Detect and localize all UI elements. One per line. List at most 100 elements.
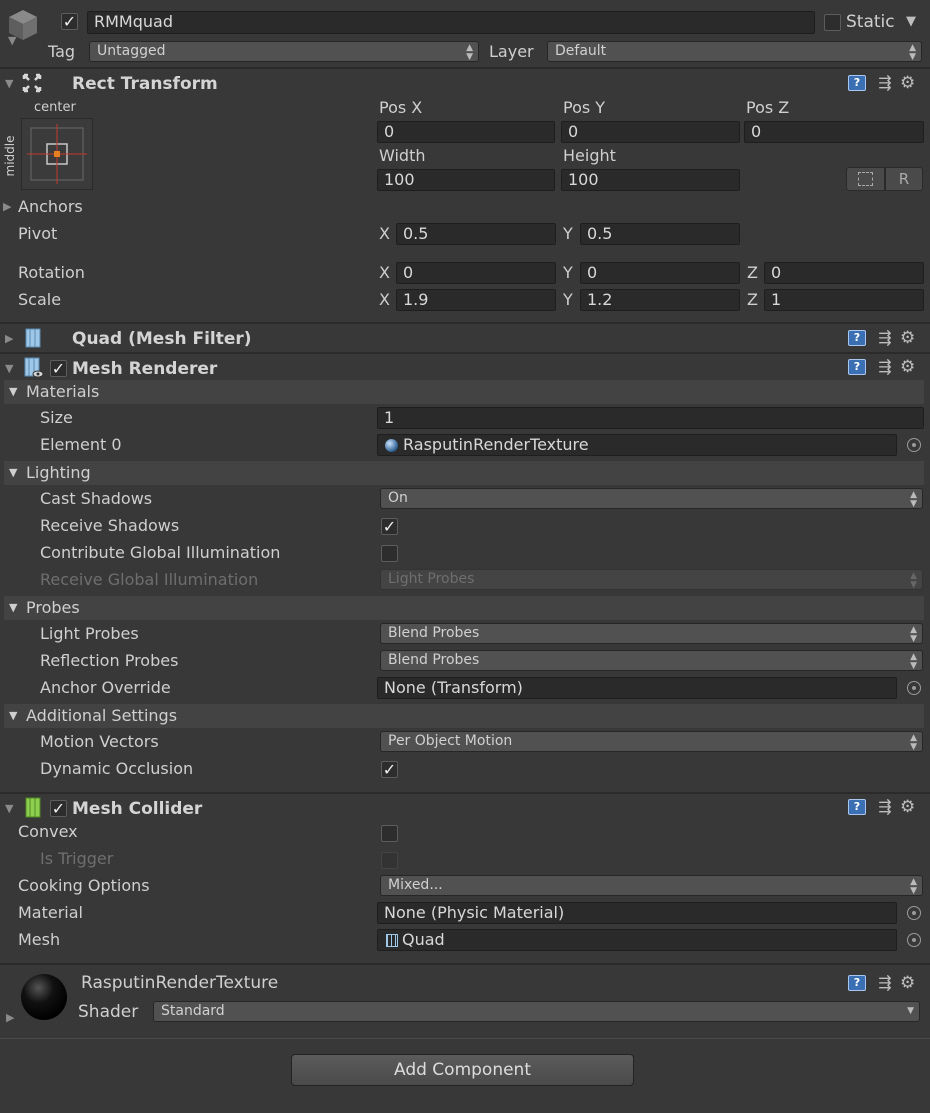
pos-y-field[interactable]: 0 xyxy=(561,121,740,143)
materials-section-header[interactable] xyxy=(4,380,924,404)
object-picker-icon[interactable] xyxy=(907,681,921,695)
cooking-options-dropdown[interactable]: Mixed... ▲ ▼ xyxy=(380,875,923,896)
width-label: Width xyxy=(379,146,426,165)
object-picker-icon[interactable] xyxy=(907,906,921,920)
static-dropdown-icon[interactable]: ▼ xyxy=(906,14,916,29)
mesh-renderer-foldout-icon[interactable]: ▼ xyxy=(5,363,13,375)
object-picker-icon[interactable] xyxy=(907,438,921,452)
mesh-filter-foldout-icon[interactable]: ▶ xyxy=(5,333,13,345)
pos-x-field[interactable]: 0 xyxy=(377,121,555,143)
lighting-foldout-icon[interactable]: ▼ xyxy=(9,467,17,479)
help-icon[interactable]: ? xyxy=(848,75,866,91)
layer-value: Default xyxy=(555,43,607,59)
preset-icon[interactable]: ⇶ xyxy=(876,973,894,993)
rotation-z-field[interactable]: 0 xyxy=(764,262,924,284)
convex-label: Convex xyxy=(18,822,78,841)
help-icon[interactable]: ? xyxy=(848,330,866,346)
is-trigger-checkbox xyxy=(381,852,398,869)
material-preview-sphere[interactable] xyxy=(21,974,67,1020)
raw-edit-button[interactable]: R xyxy=(885,167,923,191)
static-checkbox[interactable] xyxy=(824,14,841,31)
help-icon[interactable]: ? xyxy=(848,975,866,991)
lighting-section-header[interactable] xyxy=(4,461,924,485)
mesh-renderer-title[interactable]: Mesh Renderer xyxy=(72,358,217,380)
scale-y-field[interactable]: 1.2 xyxy=(580,289,740,311)
gameobject-active-checkbox[interactable]: ✓ xyxy=(61,13,78,30)
gear-icon[interactable]: ⚙ xyxy=(900,797,922,817)
collider-mesh-field[interactable]: Quad xyxy=(377,929,897,951)
shader-value: Standard xyxy=(161,1003,225,1019)
rect-transform-title[interactable]: Rect Transform xyxy=(72,73,218,95)
material-name: RasputinRenderTexture xyxy=(81,973,279,993)
materials-foldout-icon[interactable]: ▼ xyxy=(9,386,17,398)
mesh-renderer-enabled-checkbox[interactable]: ✓ xyxy=(50,360,67,377)
preset-icon[interactable]: ⇶ xyxy=(876,797,894,817)
mesh-collider-enabled-checkbox[interactable]: ✓ xyxy=(50,800,67,817)
receive-shadows-checkbox[interactable]: ✓ xyxy=(381,518,398,535)
mesh-collider-title[interactable]: Mesh Collider xyxy=(72,798,202,820)
pivot-y-field[interactable]: 0.5 xyxy=(580,223,740,245)
rotation-label: Rotation xyxy=(18,263,85,282)
rect-transform-foldout-icon[interactable]: ▼ xyxy=(5,78,13,90)
motion-vectors-dropdown[interactable]: Per Object Motion ▲ ▼ xyxy=(380,731,923,752)
width-field[interactable]: 100 xyxy=(377,169,555,191)
rect-transform-header-icons: ? ⇶ ⚙ xyxy=(848,73,924,93)
mesh-grid-icon xyxy=(386,934,398,947)
collider-mesh-label: Mesh xyxy=(18,930,61,949)
cast-shadows-dropdown[interactable]: On ▲ ▼ xyxy=(380,488,923,509)
preset-icon[interactable]: ⇶ xyxy=(876,328,894,348)
size-field[interactable]: 1 xyxy=(377,407,924,429)
gear-icon[interactable]: ⚙ xyxy=(900,73,922,93)
add-component-button[interactable]: Add Component xyxy=(291,1054,634,1086)
mesh-collider-foldout-icon[interactable]: ▼ xyxy=(5,803,13,815)
anchors-label[interactable]: Anchors xyxy=(18,197,83,217)
gameobject-foldout-icon[interactable]: ▼ xyxy=(8,35,16,47)
rotation-y-letter: Y xyxy=(563,263,573,282)
anchor-override-label: Anchor Override xyxy=(40,678,171,697)
layer-dropdown[interactable]: Default ▲ ▼ xyxy=(547,41,922,62)
gameobject-name-field[interactable]: RMMquad xyxy=(87,11,815,34)
probes-foldout-icon[interactable]: ▼ xyxy=(9,602,17,614)
tag-dropdown[interactable]: Untagged ▲ ▼ xyxy=(89,41,479,62)
pos-z-field[interactable]: 0 xyxy=(744,121,924,143)
lighting-label: Lighting xyxy=(26,463,91,482)
anchor-presets-button[interactable] xyxy=(21,118,93,190)
dynamic-occlusion-checkbox[interactable]: ✓ xyxy=(381,761,398,778)
dropdown-arrows-icon: ▲ ▼ xyxy=(910,652,917,671)
anchors-foldout-icon[interactable]: ▶ xyxy=(3,201,11,213)
help-icon[interactable]: ? xyxy=(848,799,866,815)
gear-icon[interactable]: ⚙ xyxy=(900,357,922,377)
separator xyxy=(0,963,930,965)
shader-dropdown[interactable]: Standard ▼ xyxy=(153,1001,920,1022)
height-field[interactable]: 100 xyxy=(561,169,740,191)
gear-icon[interactable]: ⚙ xyxy=(900,973,922,993)
anchor-override-field[interactable]: None (Transform) xyxy=(377,677,897,699)
contribute-gi-checkbox[interactable] xyxy=(381,545,398,562)
mesh-filter-title[interactable]: Quad (Mesh Filter) xyxy=(72,328,252,350)
reflection-probes-dropdown[interactable]: Blend Probes ▲ ▼ xyxy=(380,650,923,671)
dropdown-arrows-icon: ▲ ▼ xyxy=(466,43,473,62)
help-icon[interactable]: ? xyxy=(848,359,866,375)
probes-section-header[interactable] xyxy=(4,596,924,620)
light-probes-dropdown[interactable]: Blend Probes ▲ ▼ xyxy=(380,623,923,644)
dropdown-arrows-icon: ▲ ▼ xyxy=(910,733,917,752)
object-picker-icon[interactable] xyxy=(907,933,921,947)
preset-icon[interactable]: ⇶ xyxy=(876,73,894,93)
pivot-x-field[interactable]: 0.5 xyxy=(396,223,556,245)
scale-x-field[interactable]: 1.9 xyxy=(396,289,556,311)
rotation-y-field[interactable]: 0 xyxy=(580,262,740,284)
preset-icon[interactable]: ⇶ xyxy=(876,357,894,377)
rotation-x-field[interactable]: 0 xyxy=(396,262,556,284)
height-label: Height xyxy=(563,146,616,165)
element0-value: RasputinRenderTexture xyxy=(403,435,589,454)
light-probes-label: Light Probes xyxy=(40,624,139,643)
element0-field[interactable]: RasputinRenderTexture xyxy=(377,434,897,456)
additional-settings-foldout-icon[interactable]: ▼ xyxy=(9,710,17,722)
material-foldout-icon[interactable]: ▶ xyxy=(6,1012,14,1024)
collider-material-field[interactable]: None (Physic Material) xyxy=(377,902,897,924)
gear-icon[interactable]: ⚙ xyxy=(900,328,922,348)
convex-checkbox[interactable] xyxy=(381,825,398,842)
scale-z-field[interactable]: 1 xyxy=(764,289,924,311)
blueprint-mode-button[interactable] xyxy=(846,167,885,191)
additional-settings-label: Additional Settings xyxy=(26,706,178,725)
